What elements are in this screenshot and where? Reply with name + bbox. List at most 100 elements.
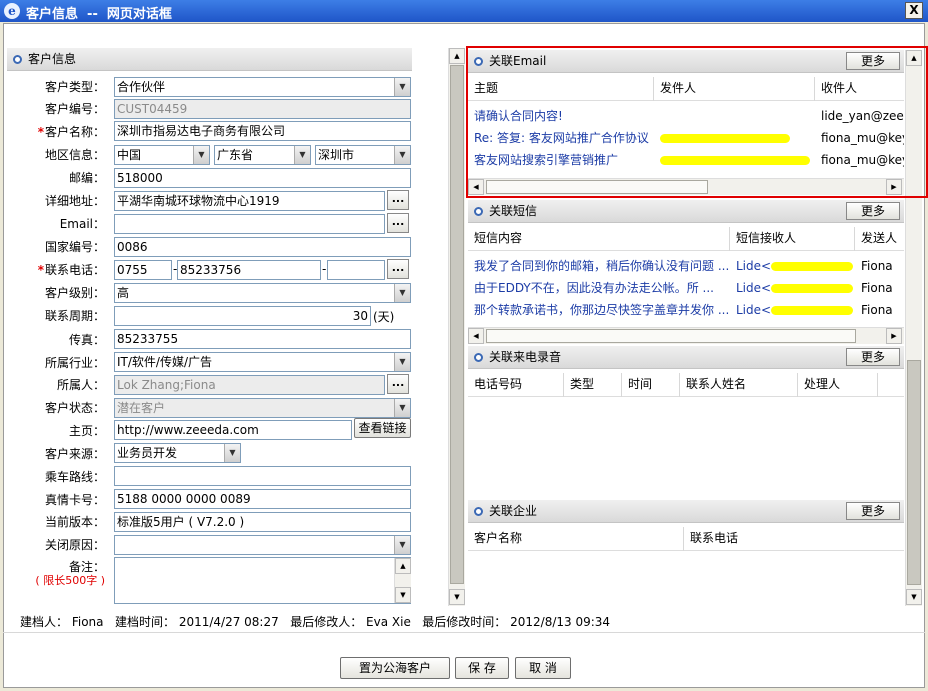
industry-select[interactable]: IT/软件/传媒/广告 ▼ <box>114 352 411 372</box>
redaction-mark <box>771 306 854 315</box>
homepage-field[interactable]: http://www.zeeeda.com <box>114 420 352 440</box>
cycle-unit: (天) <box>373 310 395 324</box>
phone-ext-field[interactable] <box>327 260 385 280</box>
call-col-phone[interactable]: 电话号码 <box>468 373 564 397</box>
address-field[interactable]: 平湖华南城环球物流中心1919 <box>114 191 385 211</box>
customer-info-header: 客户信息 <box>7 48 412 71</box>
phone-picker-button[interactable]: ... <box>387 259 409 279</box>
creator-label: 建档人： <box>20 615 69 629</box>
phone-number-field[interactable]: 85233756 <box>177 260 321 280</box>
company-more-button[interactable]: 更多 <box>846 502 900 520</box>
name-label: *客户名称： <box>7 123 105 140</box>
cancel-button[interactable]: 取 消 <box>515 657 571 679</box>
email-picker-button[interactable]: ... <box>387 213 409 233</box>
code-field[interactable]: CUST04459 <box>114 99 411 119</box>
view-link-button[interactable]: 查看链接 <box>354 418 411 438</box>
save-button[interactable]: 保 存 <box>455 657 509 679</box>
scroll-left-icon[interactable]: ◀ <box>468 328 484 344</box>
sms-col-sender[interactable]: 发送人 <box>855 227 904 251</box>
phone-label: *联系电话： <box>7 261 105 278</box>
sms-hscrollbar[interactable]: ◀ ▶ <box>468 327 904 344</box>
address-picker-button[interactable]: ... <box>387 190 409 210</box>
company-panel-header: 关联企业 更多 <box>468 500 904 523</box>
sms-col-content[interactable]: 短信内容 <box>468 227 730 251</box>
sms-content[interactable]: 由于EDDY不在，因此没有办法走公帐。所 ... <box>468 278 730 298</box>
chevron-down-icon: ▼ <box>394 536 410 554</box>
industry-value: IT/软件/传媒/广告 <box>117 355 212 369</box>
sms-content[interactable]: 那个转款承诺书，你那边尽快签字盖章并发你 ... <box>468 300 730 320</box>
status-select[interactable]: 潜在客户 ▼ <box>114 398 411 418</box>
scroll-down-icon[interactable]: ▼ <box>395 587 411 603</box>
call-col-contact[interactable]: 联系人姓名 <box>680 373 798 397</box>
sms-panel-title: 关联短信 <box>489 204 538 218</box>
email-label: Email： <box>59 217 105 231</box>
customer-info-title: 客户信息 <box>28 52 77 66</box>
type-value: 合作伙伴 <box>117 80 166 94</box>
sms-recipient-name: Lide< <box>736 281 772 295</box>
province-select[interactable]: 广东省 ▼ <box>214 145 311 165</box>
sms-content[interactable]: 我发了合同到你的邮箱，稍后你确认没有问题 ... <box>468 256 730 276</box>
bullet-icon <box>13 55 22 64</box>
route-field[interactable] <box>114 466 411 486</box>
required-mark: * <box>37 125 44 139</box>
zip-field[interactable]: 518000 <box>114 168 411 188</box>
phone-label-text: 联系电话： <box>44 263 105 277</box>
type-select[interactable]: 合作伙伴 ▼ <box>114 77 411 97</box>
version-field[interactable]: 标准版5用户 ( V7.2.0 ) <box>114 512 411 532</box>
sms-recipient: Lide< <box>730 300 855 320</box>
city-select[interactable]: 深圳市 ▼ <box>315 145 411 165</box>
sms-col-recipient[interactable]: 短信接收人 <box>730 227 855 251</box>
close-reason-label: 关闭原因： <box>44 538 105 552</box>
level-select[interactable]: 高 ▼ <box>114 283 411 303</box>
company-col-name[interactable]: 客户名称 <box>468 527 684 551</box>
call-more-button[interactable]: 更多 <box>846 348 900 366</box>
close-reason-select[interactable]: ▼ <box>114 535 411 555</box>
source-select[interactable]: 业务员开发 ▼ <box>114 443 241 463</box>
scroll-thumb[interactable] <box>486 329 856 343</box>
left-panel-scrollbar[interactable]: ▲ ▼ <box>448 48 465 606</box>
scroll-up-icon[interactable]: ▲ <box>395 558 411 574</box>
status-label: 客户状态： <box>44 401 105 415</box>
cycle-field[interactable]: 30 <box>114 306 371 326</box>
sms-recipient: Lide< <box>730 256 855 276</box>
call-col-handler[interactable]: 处理人 <box>798 373 878 397</box>
scroll-thumb[interactable] <box>907 360 921 585</box>
fax-field[interactable]: 85233755 <box>114 329 411 349</box>
chevron-down-icon: ▼ <box>294 146 310 164</box>
company-col-phone[interactable]: 联系电话 <box>684 527 904 551</box>
title-bar: e 客户信息 -- 网页对话框 <box>0 0 928 22</box>
redaction-mark <box>771 284 854 293</box>
scroll-down-icon[interactable]: ▼ <box>906 589 922 605</box>
scroll-down-icon[interactable]: ▼ <box>449 589 465 605</box>
phone-area-field[interactable]: 0755 <box>114 260 172 280</box>
remark-textarea[interactable] <box>114 557 411 604</box>
bullet-icon <box>474 353 483 362</box>
zip-label: 邮编： <box>68 171 105 185</box>
company-table-header: 客户名称 联系电话 <box>468 527 904 551</box>
record-info: 建档人： Fiona 建档时间： 2011/4/27 08:27 最后修改人： … <box>20 613 610 630</box>
owner-picker-button[interactable]: ... <box>387 374 409 394</box>
close-button[interactable]: X <box>905 2 923 19</box>
card-field[interactable]: 5188 0000 0000 0089 <box>114 489 411 509</box>
country-code-field[interactable]: 0086 <box>114 237 411 257</box>
sms-more-button[interactable]: 更多 <box>846 202 900 220</box>
sms-sender: Fiona <box>861 259 893 273</box>
call-col-type[interactable]: 类型 <box>564 373 622 397</box>
scroll-up-icon[interactable]: ▲ <box>449 48 465 64</box>
type-label: 客户类型： <box>44 80 105 94</box>
call-col-time[interactable]: 时间 <box>622 373 680 397</box>
card-label: 真情卡号： <box>44 493 105 507</box>
highlight-box <box>466 46 928 198</box>
remark-scrollbar[interactable]: ▲ ▼ <box>394 558 411 603</box>
country-select[interactable]: 中国 ▼ <box>114 145 210 165</box>
scroll-right-icon[interactable]: ▶ <box>886 328 902 344</box>
email-field[interactable] <box>114 214 385 234</box>
country-code-label: 国家编号： <box>44 240 105 254</box>
owner-field[interactable]: Lok Zhang;Fiona <box>114 375 385 395</box>
scroll-thumb[interactable] <box>450 65 464 584</box>
call-panel-title: 关联来电录音 <box>489 350 562 364</box>
code-label: 客户编号： <box>44 102 105 116</box>
set-public-button[interactable]: 置为公海客户 <box>340 657 450 679</box>
name-field[interactable]: 深圳市指易达电子商务有限公司 <box>114 121 411 141</box>
creator-value: Fiona <box>71 615 104 629</box>
